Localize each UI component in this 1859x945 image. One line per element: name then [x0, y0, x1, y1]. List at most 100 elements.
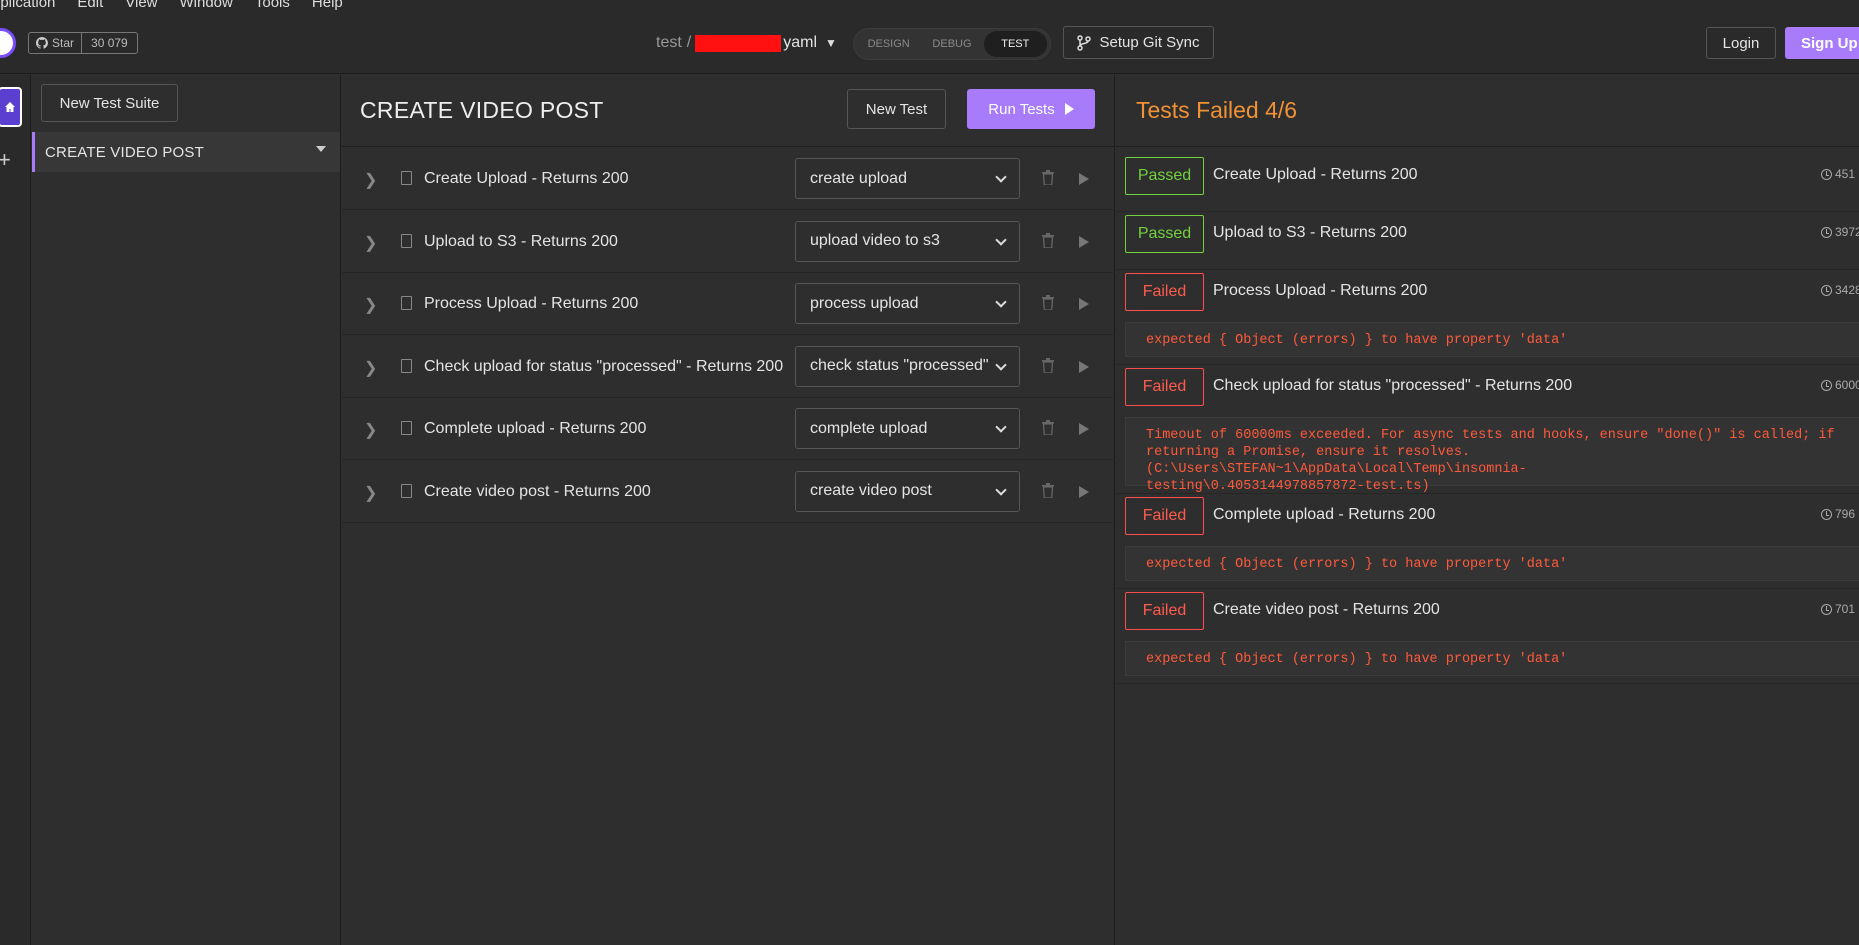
result-duration: 60005	[1821, 378, 1859, 392]
test-row[interactable]: ❯ Upload to S3 - Returns 200 upload video …	[342, 211, 1115, 273]
results-header: Tests Failed 4/6	[1116, 75, 1859, 147]
trash-icon[interactable]	[1042, 295, 1054, 310]
run-tests-label: Run Tests	[988, 100, 1055, 118]
github-star-button[interactable]: Star	[29, 33, 83, 53]
github-star-count[interactable]: 30 079	[82, 33, 137, 53]
setup-git-sync-button[interactable]: Setup Git Sync	[1063, 26, 1214, 59]
menu-window[interactable]: Window	[180, 0, 233, 11]
test-row[interactable]: ❯ Complete upload - Returns 200 complete u…	[342, 398, 1115, 460]
test-row[interactable]: ❯ Create Upload - Returns 200 create uploa…	[342, 148, 1115, 210]
tab-test[interactable]: TEST	[983, 31, 1047, 57]
document-icon	[401, 233, 412, 248]
request-select[interactable]: complete upload	[795, 408, 1020, 449]
new-test-suite-button[interactable]: New Test Suite	[41, 84, 178, 122]
chevron-down-icon	[995, 233, 1007, 246]
test-name[interactable]: Upload to S3 - Returns 200	[424, 233, 618, 251]
trash-icon[interactable]	[1042, 357, 1054, 373]
error-message: expected { Object (errors) } to have pro…	[1125, 322, 1859, 357]
tab-debug[interactable]: DEBUG	[920, 31, 983, 57]
github-star-widget[interactable]: Star 30 079	[28, 32, 138, 54]
request-select-value: process upload	[810, 294, 919, 312]
chevron-down-icon	[995, 171, 1007, 183]
chevron-right-icon[interactable]: ❯	[364, 295, 377, 315]
test-row[interactable]: ❯ Process Upload - Returns 200 process upl…	[342, 273, 1115, 335]
caret-down-icon[interactable]: ▼	[825, 36, 837, 50]
sidebar-item-suite[interactable]: CREATE VIDEO POST	[32, 132, 340, 172]
request-select-value: create video post	[810, 482, 932, 499]
github-icon	[36, 37, 48, 49]
request-select-value: create upload	[810, 169, 907, 187]
tests-panel: CREATE VIDEO POST New Test Run Tests ❯ Cr…	[342, 75, 1115, 945]
result-duration: 796	[1821, 507, 1855, 521]
document-icon	[401, 421, 412, 435]
chevron-right-icon[interactable]: ❯	[364, 358, 377, 378]
chevron-down-icon	[995, 421, 1007, 433]
login-button[interactable]: Login	[1706, 27, 1776, 59]
trash-icon[interactable]	[1042, 482, 1054, 498]
result-duration: 701	[1821, 602, 1855, 616]
test-name[interactable]: Create video post - Returns 200	[424, 483, 651, 501]
run-tests-button[interactable]: Run Tests	[967, 89, 1095, 129]
document-icon	[401, 171, 412, 185]
menu-edit[interactable]: Edit	[77, 0, 103, 11]
menu-application[interactable]: pplication	[0, 0, 55, 11]
request-select[interactable]: create video post	[795, 470, 1020, 512]
status-badge-failed: Failed	[1125, 497, 1204, 535]
tab-design[interactable]: DESIGN	[857, 31, 920, 57]
trash-icon[interactable]	[1042, 170, 1054, 185]
new-test-button[interactable]: New Test	[847, 89, 946, 129]
error-message: Timeout of 60000ms exceeded. For async t…	[1125, 417, 1859, 494]
chevron-right-icon[interactable]: ❯	[364, 233, 377, 253]
request-select[interactable]: process upload	[795, 283, 1020, 324]
test-name[interactable]: Create Upload - Returns 200	[424, 170, 629, 188]
results-panel: Tests Failed 4/6 Passed Create Upload - R…	[1116, 75, 1859, 945]
clock-icon	[1821, 284, 1832, 296]
document-icon	[401, 358, 412, 373]
breadcrumb: test / yaml ▼	[656, 34, 837, 52]
chevron-right-icon[interactable]: ❯	[364, 170, 377, 190]
menu-view[interactable]: View	[125, 0, 157, 11]
row-divider	[1116, 588, 1859, 589]
play-icon[interactable]	[1079, 360, 1089, 373]
play-icon[interactable]	[1079, 173, 1089, 185]
result-duration: 3972	[1821, 225, 1859, 239]
request-select[interactable]: upload video to s3	[795, 220, 1020, 262]
play-icon[interactable]	[1079, 298, 1089, 310]
error-message: expected { Object (errors) } to have pro…	[1125, 641, 1859, 676]
row-divider	[1116, 364, 1859, 365]
error-message: expected { Object (errors) } to have pro…	[1125, 546, 1859, 581]
test-row[interactable]: ❯ Check upload for status "processed" - R…	[342, 336, 1115, 398]
breadcrumb-project[interactable]: test	[656, 34, 682, 52]
row-divider	[1116, 493, 1859, 494]
left-rail: +	[0, 75, 31, 945]
test-name[interactable]: Check upload for status "processed" - Re…	[424, 358, 783, 376]
sign-up-button[interactable]: Sign Up	[1785, 27, 1859, 59]
insomnia-logo-icon[interactable]	[0, 28, 16, 58]
play-icon[interactable]	[1079, 423, 1089, 435]
play-icon[interactable]	[1079, 485, 1089, 498]
play-icon[interactable]	[1079, 235, 1089, 248]
dropdown-caret-icon[interactable]	[316, 146, 326, 152]
home-icon[interactable]	[0, 87, 22, 127]
result-test-name: Upload to S3 - Returns 200	[1213, 224, 1407, 241]
trash-icon[interactable]	[1042, 420, 1054, 435]
clock-icon	[1821, 508, 1832, 520]
breadcrumb-file[interactable]: yaml	[783, 34, 817, 52]
github-star-label: Star	[52, 36, 75, 50]
test-name[interactable]: Process Upload - Returns 200	[424, 295, 638, 313]
trash-icon[interactable]	[1042, 232, 1054, 248]
test-name[interactable]: Complete upload - Returns 200	[424, 420, 646, 438]
menu-tools[interactable]: Tools	[255, 0, 290, 11]
test-row[interactable]: ❯ Create video post - Returns 200 create v…	[342, 461, 1115, 523]
request-select[interactable]: check status "processed"	[795, 345, 1020, 387]
chevron-right-icon[interactable]: ❯	[364, 420, 377, 440]
request-select[interactable]: create upload	[795, 158, 1020, 199]
add-icon[interactable]: +	[0, 147, 11, 173]
chevron-right-icon[interactable]: ❯	[364, 483, 377, 503]
status-badge-failed: Failed	[1125, 273, 1204, 311]
mode-switcher: DESIGN DEBUG TEST	[853, 28, 1051, 60]
request-select-value: check status "processed"	[810, 357, 989, 374]
menu-help[interactable]: Help	[312, 0, 343, 11]
document-icon	[401, 483, 412, 498]
play-icon	[1064, 103, 1074, 115]
